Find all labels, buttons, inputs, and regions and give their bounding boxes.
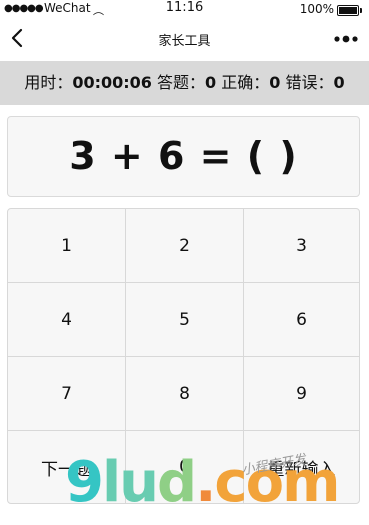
key-7[interactable]: 7 <box>8 357 126 431</box>
key-4[interactable]: 4 <box>8 283 126 357</box>
key-3[interactable]: 3 <box>244 209 359 283</box>
time-label: 用时： <box>24 73 73 92</box>
keypad: 1 2 3 4 5 6 7 8 9 下一题 0 重新输入 <box>7 208 360 504</box>
next-question-button[interactable]: 下一题 <box>8 431 126 503</box>
stats-bar: 用时：00:00:06 答题：0 正确：0 错误：0 <box>0 61 369 105</box>
page-title: 家长工具 <box>158 34 211 49</box>
key-9[interactable]: 9 <box>244 357 359 431</box>
key-5[interactable]: 5 <box>126 283 244 357</box>
wrong-label: 错误： <box>285 73 334 92</box>
battery-percent: 100% <box>299 2 334 16</box>
key-8[interactable]: 8 <box>126 357 244 431</box>
more-options-icon[interactable] <box>333 30 359 48</box>
status-bar: ●●●●● WeChat ︵ 11:16 100% <box>0 0 369 18</box>
answered-value: 0 <box>205 73 217 92</box>
correct-value: 0 <box>269 73 281 92</box>
time-value: 00:00:06 <box>72 73 152 92</box>
key-0[interactable]: 0 <box>126 431 244 503</box>
correct-label: 正确： <box>221 73 270 92</box>
question-display: 3 + 6 = ( ) <box>7 116 360 197</box>
key-6[interactable]: 6 <box>244 283 359 357</box>
reset-input-button[interactable]: 重新输入 <box>244 431 359 503</box>
key-1[interactable]: 1 <box>8 209 126 283</box>
nav-bar: 家长工具 <box>0 18 369 60</box>
answered-label: 答题： <box>157 73 206 92</box>
key-2[interactable]: 2 <box>126 209 244 283</box>
wrong-value: 0 <box>333 73 345 92</box>
battery-icon <box>337 5 362 16</box>
